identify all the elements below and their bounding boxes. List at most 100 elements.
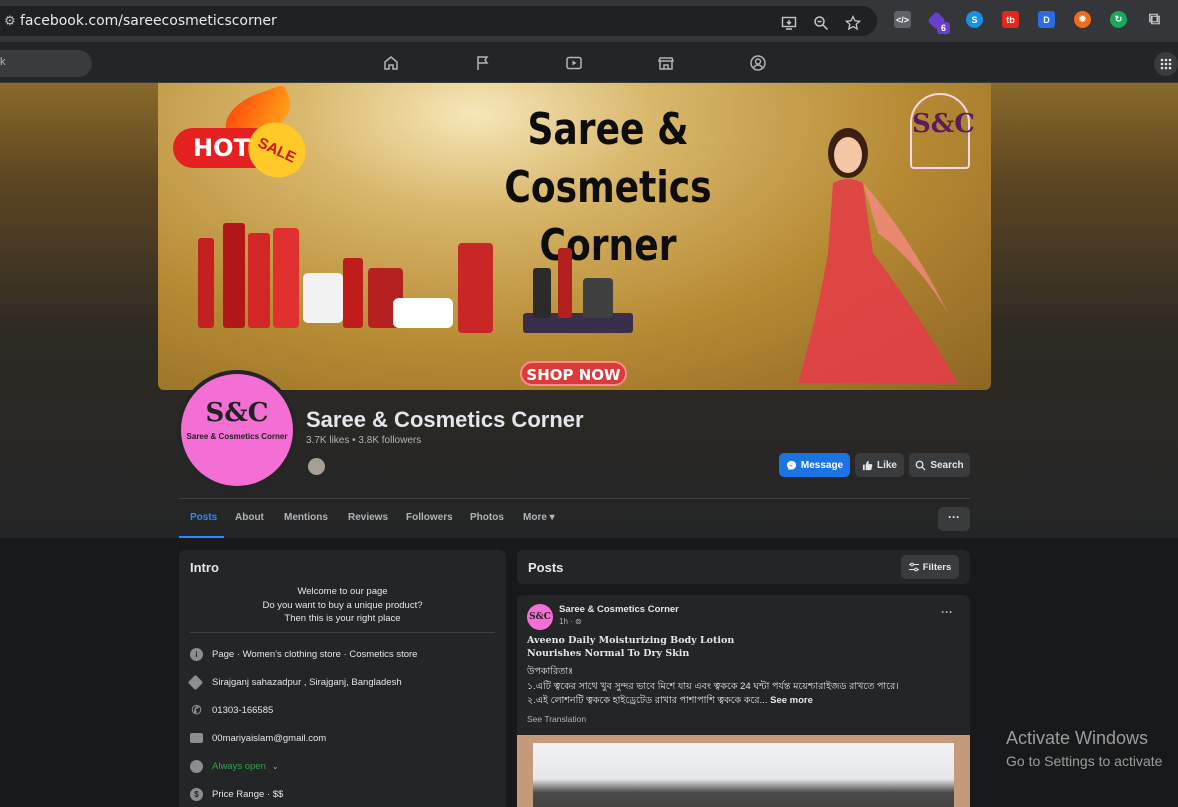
price-text: Price Range · $$ [212, 788, 284, 800]
groups-icon[interactable] [749, 54, 767, 72]
post-image[interactable] [517, 735, 970, 807]
search-label: Search [930, 459, 964, 471]
cosmetics-products-graphic [198, 223, 633, 333]
more-options-button[interactable]: ··· [938, 507, 970, 531]
thumbs-up-icon [862, 460, 873, 470]
email-text[interactable]: 00mariyaislam@gmail.com [212, 733, 326, 744]
category-row: i Page · Women's clothing store · Cosmet… [190, 646, 417, 662]
post-card: S&C Saree & Cosmetics Corner 1h · ⊚ ··· … [517, 595, 970, 807]
tab-posts[interactable]: Posts [190, 512, 217, 523]
see-more-link[interactable]: See more [770, 695, 813, 706]
page-stats[interactable]: 3.7K likes • 3.8K followers [306, 435, 421, 446]
page-tabs: Posts About Mentions Reviews Followers P… [179, 499, 970, 539]
tab-about[interactable]: About [235, 512, 264, 523]
post-author-name[interactable]: Saree & Cosmetics Corner [559, 604, 679, 615]
intro-divider [190, 632, 495, 633]
search-text: k [0, 56, 6, 68]
refresh-ext-icon[interactable]: ↻ [1110, 11, 1127, 28]
pages-flag-icon[interactable] [474, 54, 492, 72]
price-icon: $ [190, 787, 203, 801]
follower-avatar[interactable] [306, 456, 327, 477]
email-icon [190, 733, 203, 743]
translate-ext-icon[interactable]: D [1038, 11, 1055, 28]
fire-ext-icon[interactable]: ✹ [1074, 11, 1091, 28]
post-heading: Aveeno Daily Moisturizing Body Lotion [527, 635, 735, 646]
messenger-icon [786, 460, 796, 470]
bio-line: Then this is your right place [284, 613, 401, 624]
facebook-search-input[interactable]: k [0, 50, 92, 77]
zoom-icon[interactable] [812, 14, 830, 32]
home-icon[interactable] [382, 54, 400, 72]
cover-logo: S&C [910, 93, 975, 169]
url-text[interactable]: facebook.com/sareecosmeticscorner [20, 13, 277, 29]
marketplace-icon[interactable] [657, 54, 675, 72]
chevron-down-icon[interactable]: ⌄ [272, 762, 279, 771]
cover-title-line1: Saree & Cosmetics [504, 104, 712, 213]
posts-header: Posts Filters [517, 550, 970, 584]
page-search-button[interactable]: Search [909, 453, 970, 477]
post-text-line: উপকারিতাঃ [527, 666, 574, 677]
sync-ext-icon[interactable]: S [966, 11, 983, 28]
shop-now-label: SHOP NOW [520, 361, 627, 386]
avatar-logo: S&C [205, 398, 269, 428]
post-text-line: ২.এই লোশনটি ত্বককে হাইড্রেটেড রাখার পাশা… [527, 694, 813, 709]
hours-row[interactable]: Always open ⌄ [190, 758, 279, 774]
message-button[interactable]: Message [779, 453, 850, 477]
hours-text: Always open [212, 760, 266, 772]
address-row[interactable]: Sirajganj sahazadpur , Sirajganj, Bangla… [187, 674, 402, 690]
post-image-content [533, 743, 954, 807]
page-title: Saree & Cosmetics Corner [306, 407, 584, 432]
tab-photos[interactable]: Photos [470, 512, 504, 523]
intro-title: Intro [190, 560, 219, 575]
location-icon [187, 674, 204, 690]
like-label: Like [876, 459, 897, 471]
avatar-caption: Saree & Cosmetics Corner [186, 432, 288, 441]
category-text: Page · Women's clothing store · Cosmetic… [212, 648, 418, 660]
extensions-icon[interactable]: ⧉ [1146, 11, 1163, 28]
post-author-avatar[interactable]: S&C [527, 604, 553, 630]
video-icon[interactable] [565, 54, 583, 72]
extension-badge: 6 [937, 22, 950, 34]
profile-picture[interactable]: S&C Saree & Cosmetics Corner [181, 374, 293, 486]
tab-reviews[interactable]: Reviews [348, 512, 388, 523]
watermark-subtitle: Go to Settings to activate [1006, 753, 1163, 769]
intro-card: Intro Welcome to our page Do you want to… [179, 550, 506, 807]
bio-line: Welcome to our page [297, 586, 388, 597]
see-translation-link[interactable]: See Translation [527, 714, 586, 724]
phone-icon: ✆ [191, 703, 202, 717]
filters-label: Filters [922, 561, 952, 573]
install-icon[interactable] [780, 14, 798, 32]
price-row: $ Price Range · $$ [190, 786, 283, 802]
address-text[interactable]: Sirajganj sahazadpur , Sirajganj, Bangla… [212, 677, 402, 688]
phone-text: 01303-166585 [212, 704, 274, 716]
tab-followers[interactable]: Followers [406, 512, 453, 523]
message-label: Message [800, 459, 844, 471]
watermark-title: Activate Windows [1006, 728, 1149, 748]
filters-button[interactable]: Filters [901, 555, 959, 579]
tab-more[interactable]: More ▾ [523, 512, 555, 523]
code-ext-icon[interactable]: </> [894, 11, 911, 28]
star-icon[interactable] [844, 14, 862, 32]
browser-toolbar: ⚙ facebook.com/sareecosmeticscorner </> … [0, 0, 1178, 42]
address-bar[interactable]: ⚙ facebook.com/sareecosmeticscorner [0, 6, 877, 36]
post-text-truncated: ২.এই লোশনটি ত্বককে হাইড্রেটেড রাখার পাশা… [527, 695, 768, 706]
bio-line: Do you want to buy a unique product? [262, 599, 423, 611]
menu-grid-icon[interactable] [1154, 52, 1178, 76]
facebook-navbar: k [0, 42, 1178, 83]
post-timestamp[interactable]: 1h · ⊚ [559, 617, 582, 626]
cover-photo[interactable]: HOT SALE Saree & Cosmetics Corner S&C SH… [158, 83, 991, 390]
active-tab-indicator [179, 536, 224, 538]
email-row[interactable]: 00mariyaislam@gmail.com [190, 730, 326, 746]
clock-icon [190, 759, 203, 773]
post-text-line: ১.এটি ত্বকের সাথে খুব সুন্দর ভাবে মিশে য… [527, 681, 899, 692]
posts-title: Posts [528, 560, 564, 575]
windows-activation-watermark: Activate Windows Go to Settings to activ… [1006, 728, 1162, 769]
tab-mentions[interactable]: Mentions [284, 512, 328, 523]
post-options-icon[interactable]: ··· [941, 605, 953, 619]
site-info-icon[interactable]: ⚙ [4, 13, 16, 29]
tb-ext-icon[interactable]: tb [1002, 11, 1019, 28]
like-button[interactable]: Like [855, 453, 904, 477]
filter-sliders-icon [908, 562, 919, 572]
phone-row: ✆ 01303-166585 [190, 702, 273, 718]
search-icon [915, 460, 926, 471]
